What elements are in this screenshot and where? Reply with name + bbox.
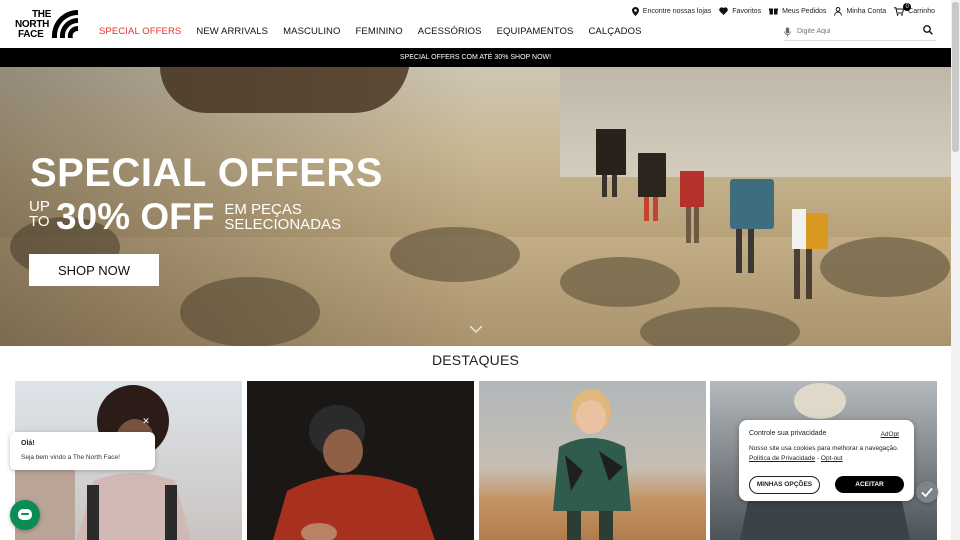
nav-equipamentos[interactable]: EQUIPAMENTOS (497, 26, 574, 37)
chat-greeting: Olá! (21, 440, 35, 447)
my-orders-label: Meus Pedidos (782, 7, 827, 15)
shop-now-button[interactable]: SHOP NOW (29, 254, 159, 286)
search-input[interactable] (795, 27, 917, 36)
featured-card-image (553, 389, 631, 540)
nav-feminino[interactable]: FEMININO (356, 26, 403, 37)
section-title: DESTAQUES (431, 352, 520, 368)
nav-new-arrivals[interactable]: NEW ARRIVALS (196, 26, 268, 37)
my-account-label: Minha Conta (846, 7, 887, 15)
favorites-link[interactable]: Favoritos (719, 7, 761, 15)
hero-percent-off: 30% OFF (56, 196, 215, 237)
cart-link[interactable]: 0 Carrinho (894, 2, 935, 16)
cart-label: Carrinho (908, 7, 935, 15)
privacy-policy-link[interactable]: Política de Privacidade (749, 455, 815, 462)
promo-bar[interactable]: SPECIAL OFFERS COM ATÉ 30% SHOP NOW! (0, 48, 951, 67)
checkmark-icon (921, 487, 933, 498)
store-locator-label: Encontre nossas lojas (642, 7, 712, 15)
featured-card[interactable] (479, 381, 706, 540)
consent-link-separator: - (816, 455, 820, 462)
hero-desc-line1: EM PEÇAS (224, 201, 302, 218)
store-locator-link[interactable]: Encontre nossas lojas (631, 6, 712, 16)
logo-text-line3: FACE (18, 29, 44, 40)
hero-upto-line2: TO (29, 213, 50, 230)
page-scrollbar[interactable] (951, 0, 960, 540)
site-header: THE NORTH FACE Encontre nossas lojas Fav… (0, 0, 951, 48)
the-north-face-logo[interactable]: THE NORTH FACE (15, 8, 79, 40)
user-icon (834, 6, 843, 16)
nav-calcados[interactable]: CALÇADOS (588, 26, 641, 37)
hero-banner[interactable]: SPECIAL OFFERS UP TO 30% OFF EM PEÇAS SE… (0, 67, 951, 346)
opt-out-link[interactable]: Opt-out (821, 455, 843, 462)
nav-special-offers[interactable]: SPECIAL OFFERS (99, 26, 181, 37)
consent-preferences-button[interactable] (916, 481, 938, 503)
accept-cookies-button[interactable]: ACEITAR (835, 476, 904, 493)
consent-title: Controle sua privacidade (749, 430, 827, 437)
half-dome-icon (51, 9, 78, 38)
map-pin-icon (631, 6, 639, 16)
cart-count-badge: 0 (903, 2, 912, 11)
consent-links: Política de Privacidade - Opt-out (749, 455, 843, 462)
search-bar (784, 23, 936, 41)
nav-masculino[interactable]: MASCULINO (283, 26, 340, 37)
my-account-link[interactable]: Minha Conta (834, 6, 887, 16)
hero-upto: UP TO (29, 199, 55, 229)
nav-acessorios[interactable]: ACESSÓRIOS (418, 26, 482, 37)
favorites-label: Favoritos (732, 7, 762, 15)
cookie-consent-dialog: Controle sua privacidade AdOpt Nosso sit… (739, 420, 914, 501)
chat-icon (18, 509, 32, 520)
featured-card[interactable] (247, 381, 474, 540)
scrollbar-thumb[interactable] (952, 2, 959, 152)
hero-subtitle: UP TO 30% OFF EM PEÇAS SELECIONADAS (29, 196, 341, 237)
my-orders-link[interactable]: Meus Pedidos (769, 7, 826, 15)
adopt-link[interactable]: AdOpt (881, 431, 899, 438)
microphone-icon[interactable] (784, 27, 791, 37)
chevron-down-icon[interactable] (469, 325, 483, 333)
consent-text: Nosso site usa cookies para melhorar a n… (749, 445, 899, 452)
search-icon[interactable] (923, 25, 933, 35)
hero-description: EM PEÇAS SELECIONADAS (224, 202, 341, 232)
gift-box-icon (769, 8, 779, 15)
hero-title: SPECIAL OFFERS (30, 151, 383, 195)
chat-launcher-button[interactable] (10, 500, 40, 530)
utility-bar: Encontre nossas lojas Favoritos Meus Ped… (631, 2, 935, 17)
hikers-illustration (596, 129, 828, 299)
main-nav: SPECIAL OFFERS NEW ARRIVALS MASCULINO FE… (99, 26, 642, 37)
chat-close-icon[interactable]: ✕ (140, 415, 152, 427)
heart-icon (719, 7, 729, 15)
my-options-button[interactable]: MINHAS OPÇÕES (749, 476, 820, 494)
chat-message: Seja bem vindo a The North Face! (21, 454, 120, 461)
hero-upto-line1: UP (29, 198, 50, 215)
featured-card-image (273, 405, 435, 540)
hero-desc-line2: SELECIONADAS (224, 216, 342, 233)
chat-welcome-bubble[interactable]: Olá! Seja bem vindo a The North Face! (10, 432, 155, 470)
